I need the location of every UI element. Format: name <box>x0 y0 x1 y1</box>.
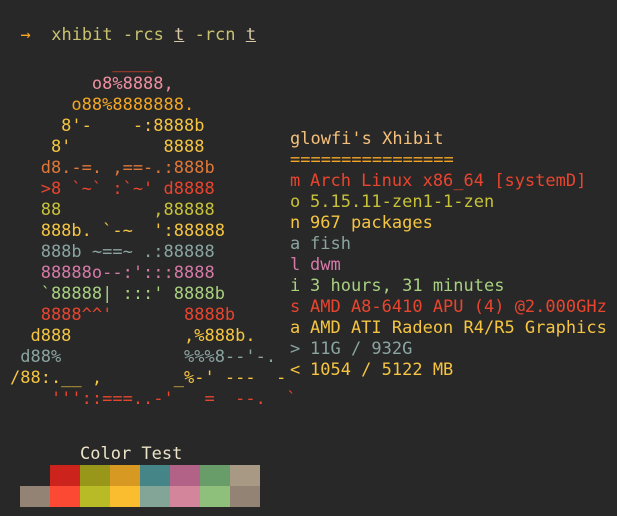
info-value: AMD ATI Radeon R4/R5 Graphics <box>310 318 607 338</box>
color-swatch <box>200 465 230 486</box>
info-separator: ================ <box>290 150 454 170</box>
info-key: n <box>290 213 301 233</box>
info-key: a <box>290 234 301 254</box>
info-rows: m Arch Linux x86_64 [systemD] o 5.15.11-zen… <box>290 171 607 380</box>
info-row: i 3 hours, 31 minutes <box>290 276 607 297</box>
info-row: <1054 / 5122 MB <box>290 360 607 381</box>
color-swatch <box>50 465 80 486</box>
color-swatch <box>170 465 200 486</box>
info-key: m <box>290 171 301 191</box>
ascii-art-line: >8 `~` :`~' d8888 <box>10 179 215 199</box>
color-swatch <box>80 486 110 507</box>
info-row: a fish <box>290 234 607 255</box>
ascii-art-line: 88888o--:':::8888 <box>10 263 215 283</box>
ascii-art-line: `88888| :::' 8888b <box>10 284 225 304</box>
info-value: 11G / 932G <box>310 339 413 359</box>
command-arg-2: t <box>245 25 257 45</box>
color-swatch <box>110 465 140 486</box>
command-name: xhibit -rcs <box>51 25 164 45</box>
info-value: 5.15.11-zen1-1-zen <box>310 192 495 212</box>
ascii-art-logo: ____ o8%8888, o88%8888888. 8'- -:8888b 8… <box>10 53 297 410</box>
info-row: m Arch Linux x86_64 [systemD] <box>290 171 607 192</box>
ascii-art-line: o88%8888888. <box>10 95 195 115</box>
color-swatch <box>230 465 260 486</box>
ascii-art-line: 88 ,88888 <box>10 200 215 220</box>
ascii-art-line: /88:.__ , _%-' --- - <box>10 368 287 388</box>
color-swatch <box>50 486 80 507</box>
info-row: >11G / 932G <box>290 339 607 360</box>
ascii-art-line: 8' 8888 <box>10 137 205 157</box>
info-key: > <box>290 339 301 359</box>
color-swatch <box>140 486 170 507</box>
ascii-art-line: 8'- -:8888b <box>10 116 205 136</box>
info-row: n 967 packages <box>290 213 607 234</box>
info-row: s AMD A8-6410 APU (4) @2.000GHz <box>290 297 607 318</box>
info-key: < <box>290 360 301 380</box>
color-swatch <box>230 486 260 507</box>
info-value: AMD A8-6410 APU (4) @2.000GHz <box>310 297 607 317</box>
color-test-title: Color Test <box>80 444 183 464</box>
ascii-art-line: o8%8888, <box>10 74 174 94</box>
info-title: glowfi's Xhibit <box>290 129 444 149</box>
info-row: a AMD ATI Radeon R4/R5 Graphics <box>290 318 607 339</box>
ascii-art-line: 8888^^' 8888b <box>10 305 236 325</box>
info-key: i <box>290 276 301 296</box>
ascii-art-line: 888b ~==~ .:88888 <box>10 242 215 262</box>
ascii-art-line: d8.-=. ,==-.:888b <box>10 158 215 178</box>
color-swatch <box>80 465 110 486</box>
color-swatch <box>20 486 50 507</box>
ascii-art-line: 888b. `-~ ':88888 <box>10 221 225 241</box>
info-key: o <box>290 192 301 212</box>
color-swatch <box>20 465 50 486</box>
color-swatch-row-normal <box>20 465 260 486</box>
color-swatch <box>110 486 140 507</box>
command-flag-2: -rcn <box>194 25 236 45</box>
info-key: s <box>290 297 301 317</box>
info-value: 967 packages <box>310 213 433 233</box>
color-swatch-row-bright <box>20 486 260 507</box>
ascii-art-line: ____ <box>10 53 154 73</box>
info-row: o 5.15.11-zen1-1-zen <box>290 192 607 213</box>
ascii-art-line: d88% %%%8--'-. <box>10 347 277 367</box>
info-key: a <box>290 318 301 338</box>
info-key: l <box>290 255 301 275</box>
info-value: 3 hours, 31 minutes <box>310 276 505 296</box>
info-value: fish <box>310 234 351 254</box>
color-swatch <box>140 465 170 486</box>
info-value: dwm <box>310 255 341 275</box>
prompt-arrow-icon: → <box>20 25 31 45</box>
info-value: Arch Linux x86_64 [systemD] <box>310 171 587 191</box>
color-swatch <box>170 486 200 507</box>
system-info-panel: glowfi's Xhibit ================ m Arch L… <box>290 129 607 380</box>
info-row: l dwm <box>290 255 607 276</box>
shell-prompt: → xhibit -rcs t -rcn t <box>0 4 256 46</box>
info-value: 1054 / 5122 MB <box>310 360 454 380</box>
command-arg-1: t <box>174 25 185 45</box>
ascii-art-line: '''::===..-' = --. ` <box>10 389 297 409</box>
ascii-art-line: d888 ,%888b. <box>10 326 256 346</box>
color-swatch <box>200 486 230 507</box>
